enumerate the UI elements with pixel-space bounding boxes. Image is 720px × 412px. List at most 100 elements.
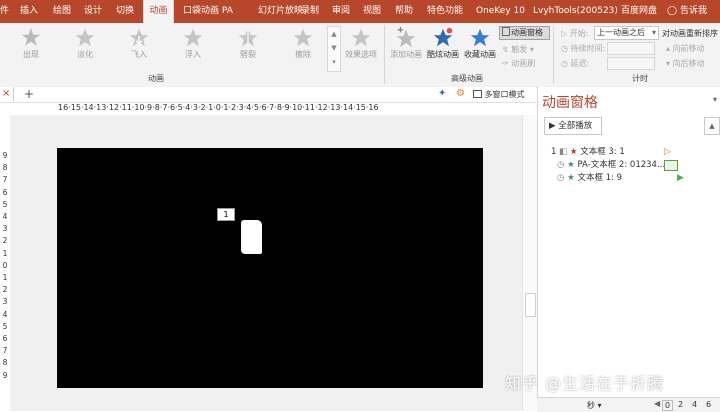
tab-view[interactable]: 视图 bbox=[363, 0, 381, 23]
duration-label: ◷ 持续时间: bbox=[561, 44, 606, 53]
star-icon bbox=[183, 28, 203, 47]
animation-pane: 动画窗格 ▾ ▶ 全部播放 ▲ 1 ◧ ★ 文本框 3: 1 ▷ ◷ ★ PA-… bbox=[537, 87, 720, 411]
vertical-scrollbar[interactable] bbox=[522, 115, 537, 411]
tab-onekey[interactable]: OneKey 10 bbox=[476, 0, 525, 23]
vruler-tick: 1 bbox=[2, 273, 8, 283]
group-label-timing: 计时 bbox=[632, 74, 648, 83]
move-earlier-button[interactable]: ▴ 向前移动 bbox=[666, 43, 705, 54]
cool-animation-button[interactable]: 酷炫动画 bbox=[425, 27, 461, 60]
plus-icon[interactable]: + bbox=[24, 87, 34, 101]
group-divider bbox=[553, 26, 554, 84]
seconds-dropdown[interactable]: 秒 ▾ bbox=[587, 400, 602, 411]
chevron-left-icon[interactable]: ◀ bbox=[654, 399, 660, 408]
tab-pocket-animation[interactable]: 口袋动画 PA bbox=[183, 0, 233, 23]
animation-order-tag[interactable]: 1 bbox=[217, 208, 235, 221]
more-icon[interactable]: ▾ bbox=[328, 55, 340, 69]
tab-review[interactable]: 审阅 bbox=[332, 0, 350, 23]
duration-input[interactable] bbox=[607, 42, 655, 55]
multi-window-button[interactable]: 多窗口模式 bbox=[473, 89, 525, 100]
vruler-tick: 3 bbox=[2, 224, 8, 234]
chevron-down-icon[interactable]: ▼ bbox=[328, 41, 340, 55]
close-icon[interactable]: × bbox=[2, 88, 10, 99]
effect-float-in[interactable]: 浮入 bbox=[176, 27, 210, 60]
vruler-tick: 7 bbox=[2, 175, 8, 185]
tab-help[interactable]: 帮助 bbox=[395, 0, 413, 23]
timeline-scale-0: 0 bbox=[662, 400, 674, 411]
chevron-up-icon[interactable]: ▲ bbox=[328, 27, 340, 41]
vruler-tick: 8 bbox=[2, 358, 8, 368]
tab-record[interactable]: 录制 bbox=[301, 0, 319, 23]
chevron-down-icon[interactable]: ▾ bbox=[713, 95, 717, 104]
window-icon bbox=[473, 90, 482, 98]
tab-animations[interactable]: 动画 bbox=[143, 0, 174, 23]
vruler-tick: 8 bbox=[2, 163, 8, 173]
tab-slideshow[interactable]: 幻灯片放映 bbox=[258, 0, 303, 23]
animation-item[interactable]: 1 ◧ ★ 文本框 3: 1 bbox=[551, 146, 625, 158]
animation-pane-button[interactable]: 动画窗格 bbox=[499, 26, 550, 40]
vruler-tick: 4 bbox=[2, 309, 8, 319]
chevron-down-icon: ▾ bbox=[651, 28, 656, 37]
effect-fly-in[interactable]: 飞入 bbox=[122, 27, 156, 60]
slide-text-box[interactable] bbox=[241, 220, 262, 254]
collect-animation-button[interactable]: 收藏动画 bbox=[462, 27, 498, 60]
tab-special-features[interactable]: 特色功能 bbox=[427, 0, 463, 23]
animation-item[interactable]: ◷ ★ PA-文本框 2: 01234... bbox=[557, 159, 665, 171]
star-entrance-icon: ★ bbox=[569, 147, 578, 157]
start-label: ▷ 开始: bbox=[561, 29, 589, 38]
add-animation-button[interactable]: 添加动画 bbox=[386, 27, 426, 60]
gallery-scroll[interactable]: ▲ ▼ ▾ bbox=[327, 26, 341, 72]
mouse-click-icon: ◧ bbox=[559, 147, 568, 157]
timeline-scale-2: 2 bbox=[678, 400, 684, 409]
scrollbar-thumb[interactable] bbox=[525, 293, 536, 317]
slide[interactable]: 1 bbox=[57, 148, 483, 388]
group-divider bbox=[384, 26, 385, 84]
effect-options-button[interactable]: 效果选项 bbox=[342, 27, 380, 60]
tell-me-search[interactable]: ◯ 告诉我 bbox=[667, 0, 707, 23]
chevron-up-icon[interactable]: ▲ bbox=[704, 117, 720, 135]
gear-icon[interactable]: ⚙ bbox=[456, 88, 465, 99]
vruler-tick: 7 bbox=[2, 346, 8, 356]
magic-wand-icon[interactable]: ✦ bbox=[438, 88, 446, 99]
timeline-marker: ▷ bbox=[664, 147, 671, 157]
pane-icon bbox=[502, 27, 510, 36]
arrow-down-icon: ▾ bbox=[666, 59, 671, 68]
star-plus-icon bbox=[396, 27, 416, 48]
arrow-up-icon: ▴ bbox=[666, 44, 671, 53]
timeline-scale-6: 6 bbox=[706, 400, 712, 409]
vruler-tick: 6 bbox=[2, 334, 8, 344]
tab-file[interactable]: 件 bbox=[0, 0, 9, 23]
star-split-icon bbox=[238, 28, 258, 47]
effect-wipe[interactable]: 擦除 bbox=[286, 27, 320, 60]
effect-split[interactable]: 劈裂 bbox=[231, 27, 265, 60]
tab-lvyhtools[interactable]: LvyhTools(200523) bbox=[533, 0, 618, 23]
tab-design[interactable]: 设计 bbox=[84, 0, 102, 23]
start-select[interactable]: 上一动画之后 ▾ bbox=[594, 26, 659, 40]
move-later-button[interactable]: ▾ 向后移动 bbox=[666, 58, 705, 69]
group-label-animation: 动画 bbox=[148, 74, 164, 83]
star-icon bbox=[293, 28, 313, 47]
ribbon-tab-bar: 件 插入 绘图 设计 切换 动画 口袋动画 PA 幻灯片放映 录制 审阅 视图 … bbox=[0, 0, 720, 23]
tab-draw[interactable]: 绘图 bbox=[53, 0, 71, 23]
ribbon-animations: 出现 淡化 飞入 浮入 劈裂 擦除 ▲ ▼ ▾ 效果选项 动画 添加动画 酷炫动… bbox=[0, 23, 720, 88]
play-all-button[interactable]: ▶ 全部播放 bbox=[544, 117, 602, 135]
lightbulb-icon: ◯ bbox=[667, 6, 678, 16]
vruler-tick: 6 bbox=[2, 187, 8, 197]
animation-item[interactable]: ◷ ★ 文本框 1: 9 bbox=[557, 172, 622, 184]
clock-icon: ◷ bbox=[561, 59, 568, 68]
pane-timeline-footer: 秒 ▾ ◀ 0 2 4 6 bbox=[537, 397, 720, 412]
tab-baidu-netdisk[interactable]: 百度网盘 bbox=[621, 0, 657, 23]
tab-transitions[interactable]: 切换 bbox=[116, 0, 134, 23]
animation-painter-button[interactable]: ✑ 动画刷 bbox=[502, 58, 535, 69]
trigger-button[interactable]: ↯ 触发 ▾ bbox=[502, 44, 534, 55]
effect-fade[interactable]: 淡化 bbox=[68, 27, 102, 60]
tab-insert[interactable]: 插入 bbox=[20, 0, 38, 23]
editor-toolbar: × + ✦ ⚙ 多窗口模式 bbox=[0, 87, 536, 103]
timeline-bar bbox=[664, 160, 678, 171]
effect-appear[interactable]: 出现 bbox=[14, 27, 48, 60]
lightning-icon: ↯ bbox=[502, 45, 509, 54]
vruler-tick: 2 bbox=[2, 285, 8, 295]
star-entrance-icon: ★ bbox=[567, 160, 575, 170]
delay-input[interactable] bbox=[607, 57, 655, 70]
star-burst-icon bbox=[21, 27, 41, 46]
clock-icon: ◷ bbox=[557, 173, 565, 183]
